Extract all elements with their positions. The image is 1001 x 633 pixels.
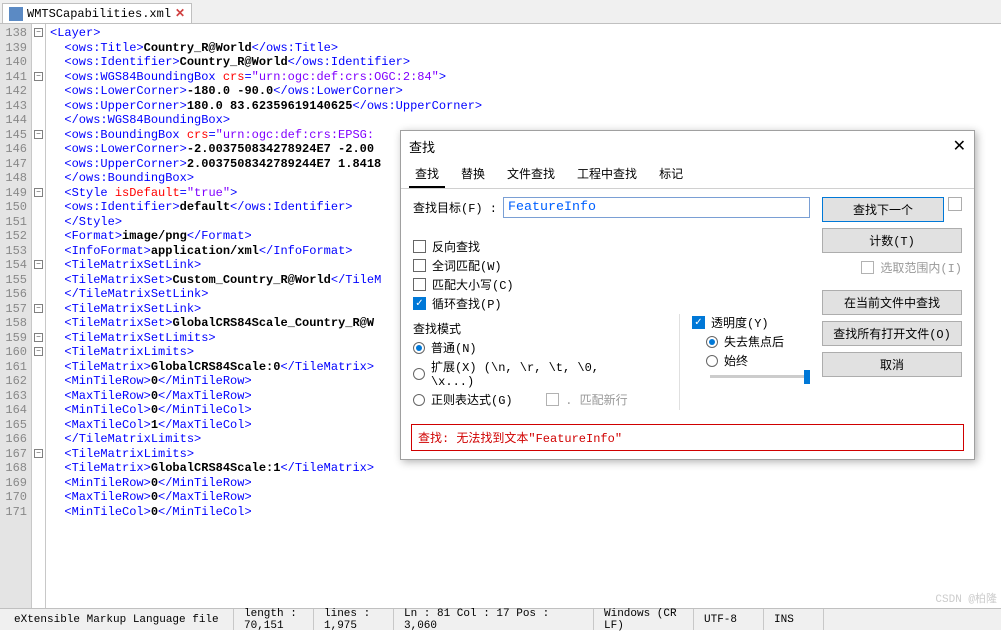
watermark: CSDN @柏隆 <box>935 590 997 606</box>
in-range-checkbox <box>861 261 874 274</box>
match-newline-label: . 匹配新行 <box>565 391 627 408</box>
xml-file-icon <box>9 7 23 21</box>
close-icon[interactable]: ✕ <box>953 136 966 156</box>
line-gutter: 1381391401411421431441451461471481491501… <box>0 24 32 608</box>
matchcase-checkbox[interactable] <box>413 278 426 291</box>
sb-length: length : 70,151 <box>234 609 314 630</box>
wrap-checkbox[interactable]: ✓ <box>413 297 426 310</box>
transparency-slider[interactable] <box>710 375 810 378</box>
dialog-tab-2[interactable]: 文件查找 <box>501 161 561 188</box>
matchcase-label: 匹配大小写(C) <box>432 276 514 293</box>
transp-always-label: 始终 <box>724 352 748 369</box>
mode-extended-radio[interactable] <box>413 368 425 380</box>
sb-eol: Windows (CR LF) <box>594 609 694 630</box>
dialog-tab-0[interactable]: 查找 <box>409 161 445 188</box>
find-all-button[interactable]: 查找所有打开文件(O) <box>822 321 962 346</box>
dialog-tabs: 查找替换文件查找工程中查找标记 <box>401 161 974 189</box>
find-next-aux-checkbox[interactable] <box>948 197 962 211</box>
dialog-titlebar[interactable]: 查找 ✕ <box>401 131 974 161</box>
mode-normal-radio[interactable] <box>413 342 425 354</box>
transparency-checkbox[interactable]: ✓ <box>692 316 705 329</box>
count-button[interactable]: 计数(T) <box>822 228 962 253</box>
fold-column: −−−−−−−−− <box>32 24 46 608</box>
backward-label: 反向查找 <box>432 238 480 255</box>
backward-checkbox[interactable] <box>413 240 426 253</box>
file-tab[interactable]: WMTSCapabilities.xml ✕ <box>2 3 192 23</box>
tab-bar: WMTSCapabilities.xml ✕ <box>0 0 1001 24</box>
match-newline-checkbox <box>546 393 559 406</box>
dialog-title: 查找 <box>409 137 435 156</box>
find-target-label: 查找目标(F) : <box>413 199 497 216</box>
find-dialog: 查找 ✕ 查找替换文件查找工程中查找标记 查找目标(F) : 反向查找 全词匹配… <box>400 130 975 460</box>
wholeword-label: 全词匹配(W) <box>432 257 502 274</box>
cancel-button[interactable]: 取消 <box>822 352 962 377</box>
find-status-message: 查找: 无法找到文本"FeatureInfo" <box>411 424 964 451</box>
sb-position: Ln : 81 Col : 17 Pos : 3,060 <box>394 609 594 630</box>
mode-regex-label: 正则表达式(G) <box>431 391 513 408</box>
dialog-tab-1[interactable]: 替换 <box>455 161 491 188</box>
transp-always-radio[interactable] <box>706 355 718 367</box>
status-bar: eXtensible Markup Language file length :… <box>0 608 1001 630</box>
search-mode-label: 查找模式 <box>413 320 649 337</box>
sb-language: eXtensible Markup Language file <box>4 609 234 630</box>
wrap-label: 循环查找(P) <box>432 295 502 312</box>
tab-filename: WMTSCapabilities.xml <box>27 7 171 21</box>
sb-lines: lines : 1,975 <box>314 609 394 630</box>
wholeword-checkbox[interactable] <box>413 259 426 272</box>
find-next-button[interactable]: 查找下一个 <box>822 197 944 222</box>
sb-insert-mode: INS <box>764 609 824 630</box>
mode-normal-label: 普通(N) <box>431 339 477 356</box>
in-range-label: 选取范围内(I) <box>880 259 962 276</box>
mode-extended-label: 扩展(X) (\n, \r, \t, \0, \x...) <box>431 358 649 389</box>
transp-onblur-radio[interactable] <box>706 336 718 348</box>
transp-onblur-label: 失去焦点后 <box>724 333 784 350</box>
find-current-button[interactable]: 在当前文件中查找 <box>822 290 962 315</box>
close-icon[interactable]: ✕ <box>175 6 185 21</box>
dialog-tab-3[interactable]: 工程中查找 <box>571 161 643 188</box>
sb-encoding: UTF-8 <box>694 609 764 630</box>
mode-regex-radio[interactable] <box>413 394 425 406</box>
find-target-input[interactable] <box>503 197 810 218</box>
transparency-label: 透明度(Y) <box>711 314 769 331</box>
dialog-tab-4[interactable]: 标记 <box>653 161 689 188</box>
